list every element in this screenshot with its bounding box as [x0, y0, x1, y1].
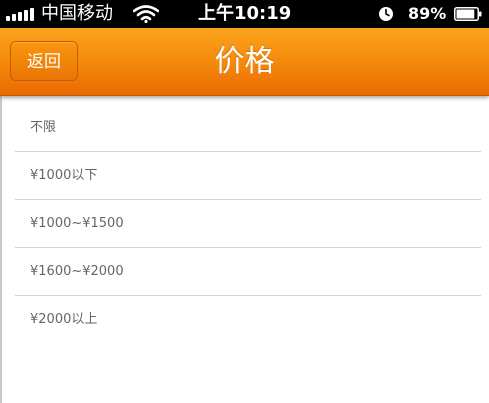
alarm-clock-icon — [379, 7, 393, 21]
price-option-list: 不限 ¥1000以下 ¥1000~¥1500 ¥1600~¥2000 ¥2000… — [15, 104, 481, 343]
signal-bars-icon — [6, 7, 36, 21]
price-option-1000-1500[interactable]: ¥1000~¥1500 — [15, 200, 481, 248]
price-option-unlimited[interactable]: 不限 — [15, 104, 481, 152]
status-time: 上午10:19 — [198, 3, 292, 24]
battery-icon — [454, 7, 482, 21]
back-button[interactable]: 返回 — [10, 41, 78, 81]
price-option-under-1000[interactable]: ¥1000以下 — [15, 152, 481, 200]
carrier-name: 中国移动 — [41, 3, 113, 24]
battery-percent: 89% — [408, 4, 447, 23]
wifi-icon — [133, 5, 159, 23]
price-filter-screen: 中国移动 上午10:19 89% 价格 返回 不限 ¥1000以下 ¥1000~… — [0, 0, 489, 403]
status-bar: 中国移动 上午10:19 89% — [0, 0, 489, 28]
left-edge-divider — [0, 95, 2, 403]
nav-bar: 价格 返回 — [0, 28, 489, 96]
price-option-1600-2000[interactable]: ¥1600~¥2000 — [15, 248, 481, 296]
price-option-over-2000[interactable]: ¥2000以上 — [15, 296, 481, 343]
